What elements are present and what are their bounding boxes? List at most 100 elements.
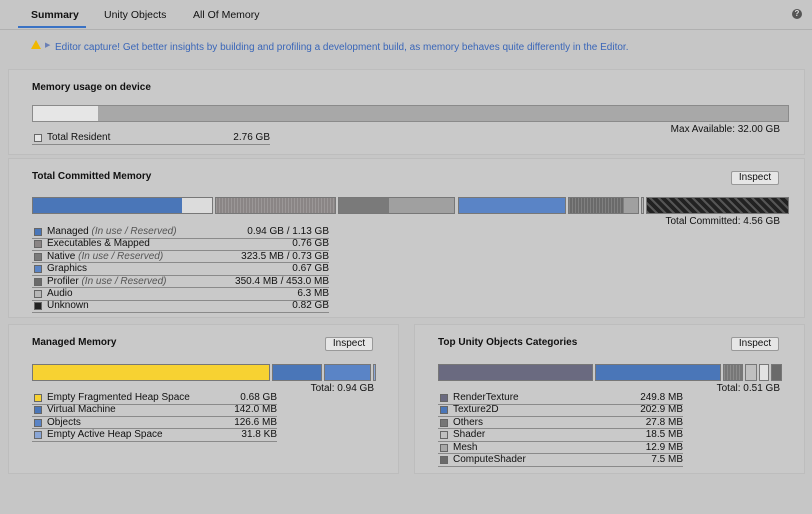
legend-sub-label: (In use / Reserved) <box>91 226 177 237</box>
device-usage-bar[interactable] <box>32 105 789 122</box>
legend-swatch <box>34 265 42 274</box>
legend-row-empty-active-heap-space[interactable]: Empty Active Heap Space 31.8 KB <box>32 429 277 442</box>
legend-row-executables-mapped[interactable]: Executables & Mapped 0.76 GB <box>32 238 329 251</box>
legend-row-total-resident: Total Resident 2.76 GB <box>32 132 270 145</box>
legend-row-audio[interactable]: Audio 6.3 MB <box>32 288 329 301</box>
legend-value: 126.6 MB <box>234 416 277 428</box>
legend-name-text: Empty Active Heap Space <box>47 429 163 441</box>
executables-segment[interactable] <box>215 197 336 214</box>
legend-name: Objects <box>47 417 81 429</box>
legend-swatch <box>34 394 42 402</box>
legend-name-text: Mesh <box>453 441 478 453</box>
legend-name: Graphics <box>47 263 87 275</box>
legend-swatch <box>34 302 42 311</box>
tab-summary[interactable]: Summary <box>31 9 79 21</box>
legend-row-profiler[interactable]: Profiler (In use / Reserved) 350.4 MB / 4… <box>32 276 329 289</box>
legend-name: Virtual Machine <box>47 404 116 416</box>
legend-sub-label: (In use / Reserved) <box>78 250 164 262</box>
legend-swatch <box>34 290 42 298</box>
legend-name-text: Shader <box>453 429 486 441</box>
legend-swatch <box>440 394 448 402</box>
legend-name-text: Profiler <box>47 275 79 287</box>
legend-value: 2.76 GB <box>233 132 270 143</box>
expand-arrow-icon[interactable]: ▶ <box>45 41 50 49</box>
active-heap-segment[interactable] <box>373 364 376 381</box>
managed-inspect-button[interactable]: Inspect <box>325 337 373 351</box>
legend-name-text: Graphics <box>47 263 88 275</box>
device-memory-panel: Memory usage on device Max Available: 32… <box>8 69 805 155</box>
legend-row-computeshader[interactable]: ComputeShader 7.5 MB <box>438 454 683 467</box>
legend-name-text: Virtual Machine <box>47 404 116 416</box>
unknown-segment[interactable] <box>646 197 789 214</box>
legend-row-objects[interactable]: Objects 126.6 MB <box>32 417 277 430</box>
legend-name-text: Native <box>47 250 76 262</box>
help-icon[interactable]: ? <box>792 9 802 19</box>
tab-unity-objects[interactable]: Unity Objects <box>104 9 166 21</box>
managed-memory-bar[interactable] <box>32 364 376 381</box>
legend-row-mesh[interactable]: Mesh 12.9 MB <box>438 442 683 455</box>
legend-swatch <box>34 277 42 286</box>
legend-value: 202.9 MB <box>640 404 683 416</box>
legend-row-virtual-machine[interactable]: Virtual Machine 142.0 MB <box>32 404 277 417</box>
legend-value: 350.4 MB / 453.0 MB <box>235 275 329 287</box>
tab-all-of-memory[interactable]: All Of Memory <box>193 9 260 21</box>
legend-name: Empty Fragmented Heap Space <box>47 392 190 404</box>
legend-name: Mesh <box>453 442 477 454</box>
managed-total-label: Total: 0.94 GB <box>310 383 374 394</box>
legend-row-graphics[interactable]: Graphics 0.67 GB <box>32 263 329 276</box>
unity-objects-total-label: Total: 0.51 GB <box>716 383 780 394</box>
legend-swatch <box>34 418 42 427</box>
legend-row-unknown[interactable]: Unknown 0.82 GB <box>32 300 329 313</box>
managed-memory-panel: Managed Memory Inspect Total: 0.94 GB Em… <box>8 324 399 474</box>
virtual-machine-segment[interactable] <box>272 364 322 381</box>
legend-swatch <box>440 406 448 415</box>
legend-swatch <box>440 431 448 440</box>
unity-objects-bar[interactable] <box>438 364 782 381</box>
objects-segment[interactable] <box>324 364 371 381</box>
legend-value: 0.67 GB <box>292 263 329 275</box>
fragmented-heap-segment[interactable] <box>32 364 270 381</box>
shader-segment[interactable] <box>745 364 757 381</box>
legend-name: ComputeShader <box>453 454 526 466</box>
legend-row-native[interactable]: Native (In use / Reserved) 323.5 MB / 0.7… <box>32 251 329 264</box>
total-committed-label: Total Committed: 4.56 GB <box>665 216 781 227</box>
banner-text: Editor capture! Get better insights by b… <box>55 42 629 53</box>
legend-value: 0.68 GB <box>240 392 277 403</box>
legend-name: Texture2D <box>453 404 499 416</box>
legend-name-text: Managed <box>47 226 89 237</box>
legend-row-rendertexture[interactable]: RenderTexture 249.8 MB <box>438 392 683 405</box>
legend-value: 249.8 MB <box>640 392 683 403</box>
graphics-segment[interactable] <box>458 197 566 214</box>
legend-swatch <box>34 134 42 142</box>
legend-name: Total Resident <box>47 132 111 143</box>
legend-name: Executables & Mapped <box>47 238 150 250</box>
native-segment[interactable] <box>338 197 455 214</box>
legend-name: RenderTexture <box>453 392 519 404</box>
max-available-label: Max Available: 32.00 GB <box>670 124 780 135</box>
legend-name-text: RenderTexture <box>453 392 519 403</box>
legend-value: 18.5 MB <box>645 429 683 441</box>
legend-value: 323.5 MB / 0.73 GB <box>241 250 329 262</box>
legend-row-managed[interactable]: Managed (In use / Reserved) 0.94 GB / 1.1… <box>32 226 329 239</box>
legend-value: 0.76 GB <box>292 238 329 250</box>
mesh-segment[interactable] <box>759 364 769 381</box>
legend-name: Native (In use / Reserved) <box>47 251 163 263</box>
legend-value: 31.8 KB <box>241 429 277 441</box>
legend-row-others[interactable]: Others 27.8 MB <box>438 417 683 430</box>
rendertexture-segment[interactable] <box>438 364 593 381</box>
profiler-segment[interactable] <box>568 197 639 214</box>
managed-segment[interactable] <box>32 197 213 214</box>
audio-segment[interactable] <box>641 197 644 214</box>
managed-panel-title: Managed Memory <box>32 337 117 348</box>
texture2d-segment[interactable] <box>595 364 721 381</box>
committed-inspect-button[interactable]: Inspect <box>731 171 779 185</box>
others-segment[interactable] <box>723 364 743 381</box>
legend-row-texture2d[interactable]: Texture2D 202.9 MB <box>438 404 683 417</box>
legend-swatch <box>34 240 42 249</box>
legend-name: Profiler (In use / Reserved) <box>47 276 167 288</box>
legend-row-shader[interactable]: Shader 18.5 MB <box>438 429 683 442</box>
committed-memory-bar[interactable] <box>32 197 789 214</box>
unity-objects-inspect-button[interactable]: Inspect <box>731 337 779 351</box>
legend-row-empty-fragmented-heap-space[interactable]: Empty Fragmented Heap Space 0.68 GB <box>32 392 277 405</box>
computeshader-segment[interactable] <box>771 364 782 381</box>
